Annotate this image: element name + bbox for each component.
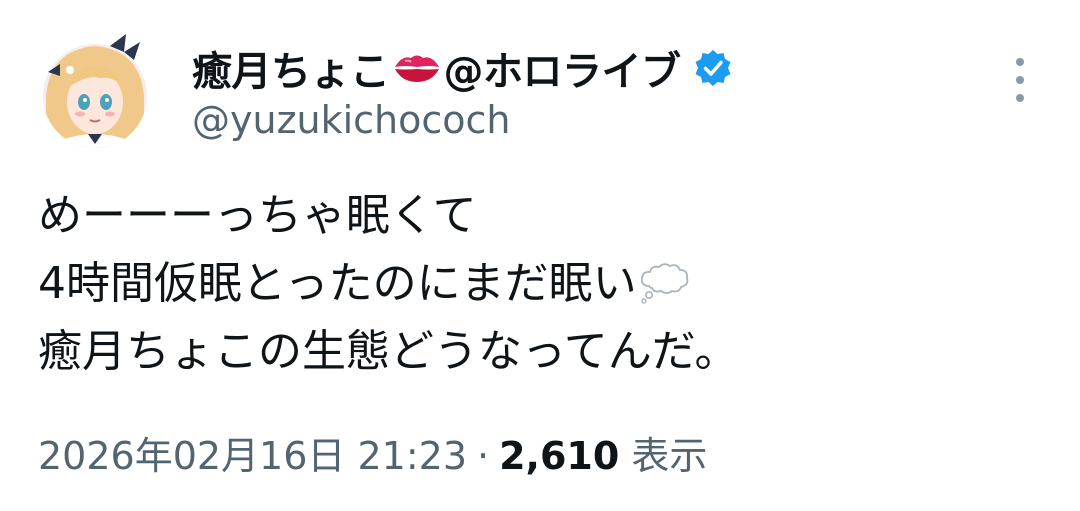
tweet-card: 癒月ちょこ @ホロライブ @yuzukichococh めーーーっちゃ眠くて 4… <box>0 0 1080 511</box>
tweet-line-3: 癒月ちょこの生態どうなってんだ。 <box>38 326 739 377</box>
tweet-meta: 2026年02月16日 21:23 · 2,610 表示 <box>38 428 707 484</box>
view-count[interactable]: 2,610 <box>499 434 619 478</box>
more-options-icon[interactable] <box>1006 58 1034 102</box>
tweet-text: めーーーっちゃ眠くて 4時間仮眠とったのにまだ眠い 癒月ちょこの生態どうなってん… <box>38 182 738 386</box>
user-handle[interactable]: @yuzukichococh <box>192 98 511 142</box>
more-dot <box>1016 58 1024 66</box>
display-name-suffix[interactable]: @ホロライブ <box>444 39 682 97</box>
verified-badge-icon[interactable] <box>693 48 733 88</box>
thought-balloon-icon <box>637 256 693 304</box>
display-name[interactable]: 癒月ちょこ <box>192 39 390 97</box>
tweet-timestamp[interactable]: 2026年02月16日 21:23 <box>38 434 467 478</box>
display-name-row[interactable]: 癒月ちょこ @ホロライブ <box>192 40 733 96</box>
tweet-line-2: 4時間仮眠とったのにまだ眠い <box>38 258 637 309</box>
meta-separator: · <box>477 434 490 478</box>
avatar[interactable] <box>40 30 150 152</box>
view-label[interactable]: 表示 <box>631 434 707 478</box>
more-dot <box>1016 94 1024 102</box>
more-dot <box>1016 76 1024 84</box>
kiss-mark-icon <box>392 51 442 85</box>
tweet-line-1: めーーーっちゃ眠くて <box>38 190 477 241</box>
tweet-line-2-wrap: 4時間仮眠とったのにまだ眠い <box>38 250 738 318</box>
